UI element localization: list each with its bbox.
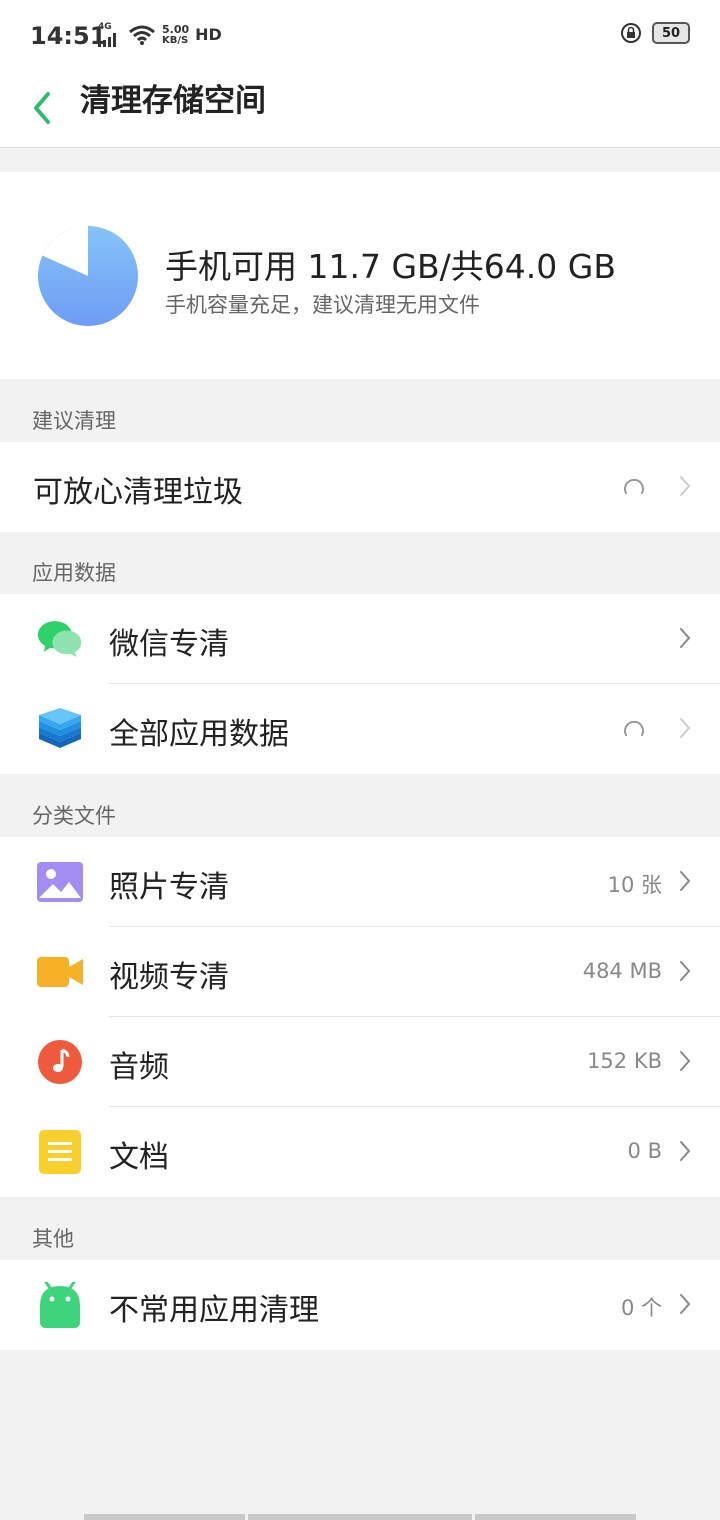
section-label-other: 其他 [32, 1227, 74, 1251]
wifi-icon [129, 25, 155, 45]
signal-icon: 4G [98, 22, 122, 47]
files-group: 照片专清 10 张 视频专清 484 MB 音频 152 KB 文档 0 B [0, 837, 720, 1197]
storage-summary: 手机可用 11.7 GB/共64.0 GB 手机容量充足，建议清理无用文件 [0, 172, 720, 379]
storage-summary-text: 手机可用 11.7 GB/共64.0 GB [165, 247, 616, 286]
list-item-audio[interactable]: 音频 152 KB [0, 1017, 720, 1107]
hd-indicator: HD [195, 25, 222, 44]
list-item-label: 音频 [109, 1050, 169, 1085]
list-item-wechat[interactable]: 微信专清 [0, 594, 720, 684]
network-speed: 5.00 KB/S [162, 22, 190, 46]
list-item-value: 0 个 [620, 1296, 662, 1320]
storage-hint: 手机容量充足，建议清理无用文件 [165, 293, 480, 317]
chevron-right-icon [680, 1051, 691, 1071]
list-item-all-app-data[interactable]: 全部应用数据 [0, 684, 720, 774]
chevron-right-icon [680, 718, 691, 738]
chevron-right-icon [680, 961, 691, 981]
other-group: 不常用应用清理 0 个 [0, 1260, 720, 1350]
chevron-right-icon [680, 871, 691, 891]
chevron-right-icon [680, 476, 691, 496]
app-header: 清理存储空间 [0, 72, 720, 148]
page-title: 清理存储空间 [80, 83, 266, 119]
suggest-group: 可放心清理垃圾 [0, 442, 720, 532]
list-item-label: 微信专清 [109, 627, 229, 662]
status-indicators: 4G 5.00 KB/S HD [98, 22, 222, 47]
android-icon [37, 1282, 83, 1328]
section-label-files: 分类文件 [32, 804, 116, 828]
list-item-label: 文档 [109, 1140, 169, 1175]
list-item-label: 全部应用数据 [109, 717, 289, 752]
storage-pie-icon [38, 226, 138, 326]
chevron-right-icon [680, 1294, 691, 1314]
list-item-safe-junk[interactable]: 可放心清理垃圾 [0, 442, 720, 532]
nav-segment [84, 1514, 245, 1520]
wechat-icon [37, 616, 83, 662]
list-item-label: 照片专清 [109, 870, 229, 905]
photo-icon [37, 859, 83, 905]
music-icon [37, 1039, 83, 1085]
list-item-unused-apps[interactable]: 不常用应用清理 0 个 [0, 1260, 720, 1350]
nav-segment [248, 1514, 472, 1520]
list-item-value: 484 MB [582, 959, 662, 983]
list-item-label: 可放心清理垃圾 [33, 475, 243, 510]
list-item-label: 视频专清 [109, 960, 229, 995]
network-type: 4G [98, 22, 112, 32]
section-label-app-data: 应用数据 [32, 561, 116, 585]
list-item-documents[interactable]: 文档 0 B [0, 1107, 720, 1197]
chevron-left-icon [34, 92, 50, 124]
app-data-group: 微信专清 全部应用数据 [0, 594, 720, 774]
rotation-lock-icon [621, 23, 641, 43]
list-item-photos[interactable]: 照片专清 10 张 [0, 837, 720, 927]
list-item-value: 10 张 [607, 873, 662, 897]
loading-icon [624, 720, 644, 736]
back-button[interactable] [22, 80, 62, 136]
status-bar: 14:51 4G 5.00 KB/S HD 50 [0, 0, 720, 72]
gesture-navigation-bar[interactable] [84, 1514, 636, 1520]
video-icon [37, 949, 83, 995]
list-item-label: 不常用应用清理 [109, 1293, 319, 1328]
document-icon [37, 1129, 83, 1175]
list-item-value: 0 B [627, 1139, 662, 1163]
nav-segment [475, 1514, 636, 1520]
layers-icon [37, 706, 83, 752]
status-time: 14:51 [30, 22, 107, 50]
chevron-right-icon [680, 1141, 691, 1161]
list-item-value: 152 KB [587, 1049, 662, 1073]
status-right: 50 [620, 22, 690, 44]
section-label-suggest: 建议清理 [32, 409, 116, 433]
battery-icon: 50 [652, 22, 690, 44]
list-item-videos[interactable]: 视频专清 484 MB [0, 927, 720, 1017]
loading-icon [624, 478, 644, 494]
chevron-right-icon [680, 628, 691, 648]
